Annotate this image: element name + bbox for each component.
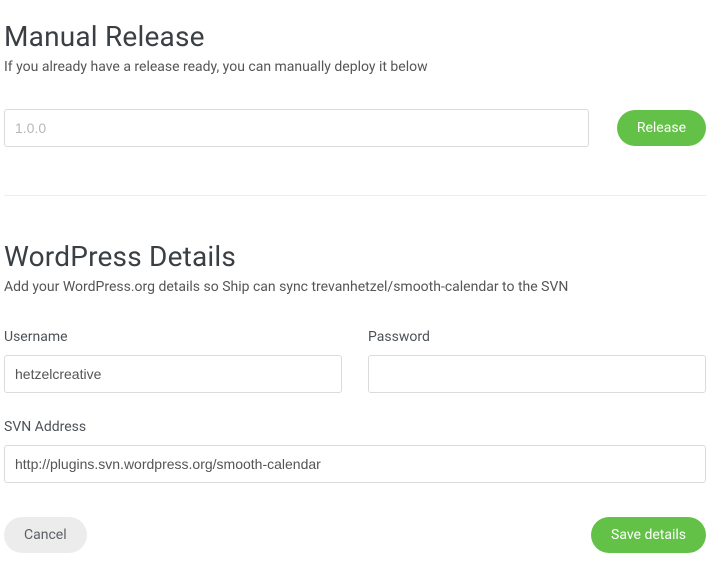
cancel-button[interactable]: Cancel	[4, 517, 87, 553]
svn-address-input[interactable]	[4, 445, 706, 483]
wordpress-details-description: Add your WordPress.org details so Ship c…	[4, 279, 706, 295]
password-input[interactable]	[368, 355, 706, 393]
release-button[interactable]: Release	[617, 110, 706, 146]
password-label: Password	[368, 329, 706, 345]
manual-release-heading: Manual Release	[4, 20, 706, 53]
version-input[interactable]	[4, 109, 589, 147]
wordpress-details-heading: WordPress Details	[4, 240, 706, 273]
svn-address-label: SVN Address	[4, 419, 706, 435]
username-label: Username	[4, 329, 342, 345]
manual-release-description: If you already have a release ready, you…	[4, 59, 706, 75]
section-divider	[4, 195, 706, 196]
username-input[interactable]	[4, 355, 342, 393]
save-details-button[interactable]: Save details	[591, 517, 706, 553]
